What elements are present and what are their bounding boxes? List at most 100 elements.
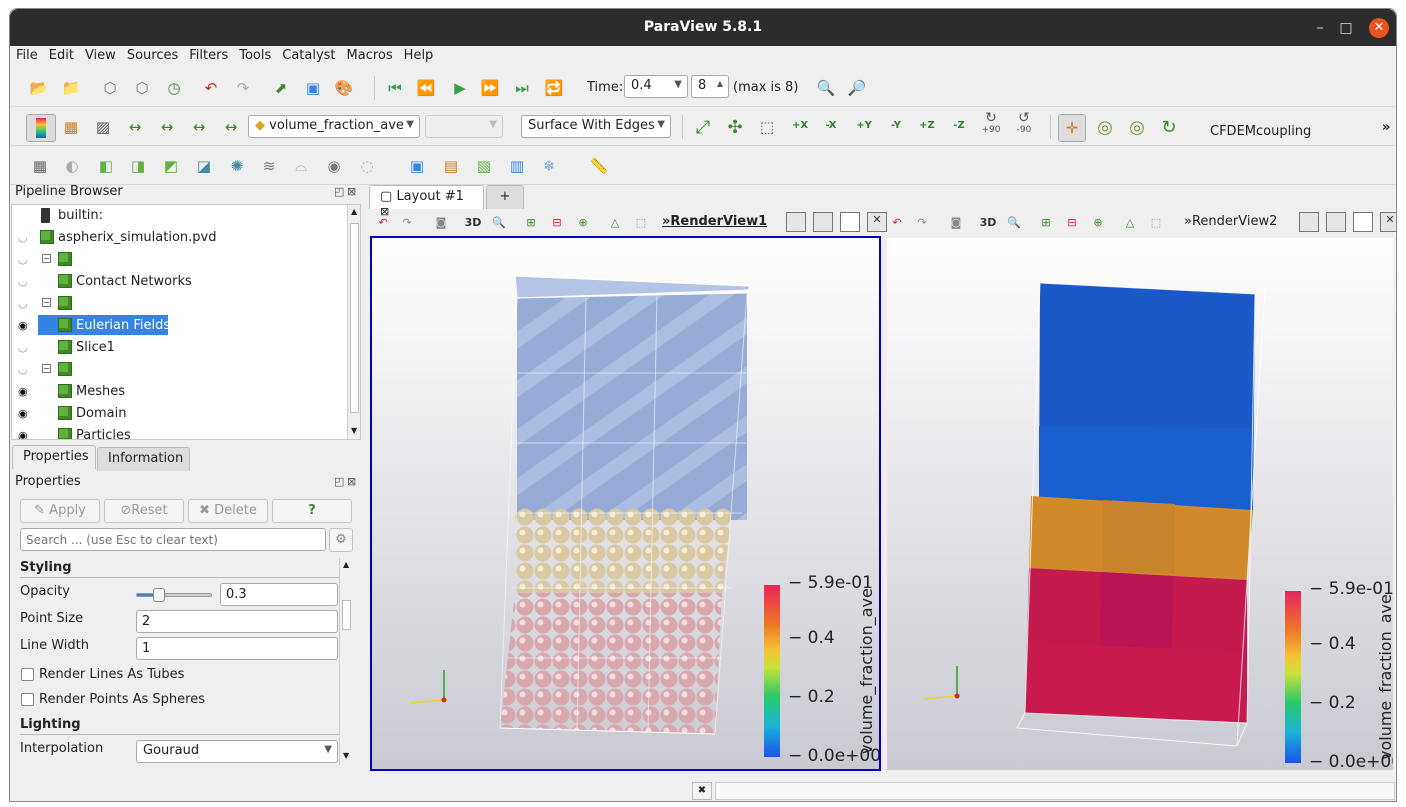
render-points-as-spheres-checkbox[interactable] — [21, 693, 34, 706]
pipeline-item-builtin[interactable]: builtin: — [12, 205, 347, 227]
first-frame-icon[interactable]: ⏮ — [384, 77, 406, 99]
select-block-icon[interactable]: ⬚ — [1146, 212, 1166, 232]
view-plus-z-button[interactable]: +Z — [916, 114, 938, 136]
select-cells-on-icon[interactable]: ⊞ — [1036, 212, 1056, 232]
eye-on-icon[interactable]: ◉ — [18, 407, 32, 420]
menu-catalyst[interactable]: Catalyst — [276, 46, 340, 63]
collapse-icon[interactable]: − — [42, 298, 51, 307]
close-button[interactable]: ✕ — [1369, 18, 1389, 38]
collapse-icon[interactable]: − — [42, 254, 51, 263]
pipeline-item-slice1[interactable]: ◡ Slice1 — [12, 337, 347, 359]
reset-range-icon[interactable]: ▨ — [92, 116, 114, 138]
split-horizontal-icon[interactable] — [1299, 212, 1319, 232]
opacity-input[interactable]: 0.3 — [220, 583, 338, 606]
rotate-minus90-button[interactable]: ↺ -90 — [1013, 111, 1035, 135]
slice-icon[interactable]: ◨ — [127, 155, 149, 177]
stream-tracer-icon[interactable]: ≋ — [258, 155, 280, 177]
open-file-icon[interactable]: 📂 — [28, 77, 50, 99]
minimize-button[interactable]: – — [1310, 18, 1330, 38]
properties-search-input[interactable] — [20, 528, 326, 551]
maximize-view-icon[interactable] — [1353, 212, 1373, 232]
menu-macros[interactable]: Macros — [341, 46, 398, 63]
extract-subset-icon[interactable]: ◪ — [193, 155, 215, 177]
reset-camera-icon[interactable]: ⤢ — [692, 116, 714, 138]
rotate-plus90-button[interactable]: ↻ +90 — [980, 111, 1002, 135]
render-view-1[interactable]: − 5.9e-01 − 0.4 − 0.2 − 0.0e+00 volume_f… — [370, 236, 881, 771]
play-icon[interactable]: ▶ — [449, 77, 471, 99]
time-value-combo[interactable]: 0.4 ▼ — [624, 75, 688, 98]
group-datasets-icon[interactable]: ◉ — [323, 155, 345, 177]
pipeline-item-group3[interactable]: ◡ − — [12, 359, 347, 381]
toolbar-overflow-button[interactable]: » — [1382, 120, 1390, 135]
apply-button[interactable]: ✎ Apply — [20, 499, 100, 523]
time-step-spinbox[interactable]: 8 ▲ — [691, 75, 729, 98]
ruler-icon[interactable]: 📏 — [588, 155, 610, 177]
select-cells-on-icon[interactable]: ⊞ — [521, 212, 541, 232]
extract-selection-icon[interactable]: ▣ — [406, 155, 428, 177]
pipeline-item-contact-networks[interactable]: ◡ Contact Networks — [12, 271, 347, 293]
maximize-button[interactable]: □ — [1336, 18, 1356, 38]
eye-on-icon[interactable]: ◉ — [18, 429, 32, 439]
glyph-icon[interactable]: ✺ — [226, 155, 248, 177]
rescale-temporal-icon[interactable]: ↔ — [188, 116, 210, 138]
auto-apply-icon[interactable]: ◷ — [163, 77, 185, 99]
disconnect-icon[interactable]: ⬡ — [131, 77, 153, 99]
calculator-icon[interactable]: ▦ — [29, 155, 51, 177]
edit-color-map-icon[interactable]: ▦ — [60, 116, 82, 138]
menu-edit[interactable]: Edit — [43, 46, 79, 63]
maximize-view-icon[interactable] — [840, 212, 860, 232]
scroll-up-icon[interactable]: ▲ — [343, 560, 349, 569]
menu-sources[interactable]: Sources — [121, 46, 183, 63]
menu-file[interactable]: File — [10, 46, 43, 63]
view-plus-y-button[interactable]: +Y — [853, 114, 875, 136]
clip-icon[interactable]: ◧ — [95, 155, 117, 177]
menu-view[interactable]: View — [79, 46, 121, 63]
scroll-thumb[interactable] — [350, 223, 359, 413]
pipeline-item-group1[interactable]: ◡ − — [12, 249, 347, 271]
connect-icon[interactable]: ⬡ — [99, 77, 121, 99]
advanced-gear-icon[interactable]: ⚙ — [329, 528, 353, 552]
previous-frame-icon[interactable]: ⏪ — [415, 77, 437, 99]
eye-off-icon[interactable]: ◡ — [18, 297, 32, 310]
next-frame-icon[interactable]: ⏩ — [479, 77, 501, 99]
view-minus-z-button[interactable]: -Z — [948, 114, 970, 136]
reset-button[interactable]: ⊘Reset — [104, 499, 184, 523]
scroll-down-icon[interactable]: ▼ — [343, 751, 349, 760]
redo-camera-icon[interactable]: ↷ — [912, 212, 932, 232]
point-size-input[interactable]: 2 — [136, 610, 338, 633]
pipeline-item-eulerian-fields[interactable]: ◉ Eulerian Fields — [12, 315, 347, 337]
line-width-input[interactable]: 1 — [136, 637, 338, 660]
select-block-icon[interactable]: ⬚ — [631, 212, 651, 232]
color-palette-icon[interactable]: 🎨 — [333, 77, 355, 99]
eye-on-icon[interactable]: ◉ — [18, 319, 32, 332]
tab-information[interactable]: Information — [97, 447, 190, 471]
representation-combo[interactable]: Surface With Edges ▼ — [521, 115, 671, 138]
eye-off-icon[interactable]: ◡ — [18, 363, 32, 376]
add-layout-tab-button[interactable]: + — [486, 185, 524, 209]
progress-abort-icon[interactable]: ✖ — [692, 782, 712, 800]
reset-center-icon[interactable]: ◎ — [1094, 116, 1116, 138]
zoom-to-box-icon[interactable]: 🔍 — [1004, 212, 1024, 232]
select-cells-through-icon[interactable]: ⊕ — [1088, 212, 1108, 232]
contour-icon[interactable]: ◐ — [61, 155, 83, 177]
panel-close-icon[interactable]: ⊠ — [347, 185, 356, 198]
find-data-add-icon[interactable]: 🔎 — [846, 77, 868, 99]
extract-level-icon[interactable]: ◌ — [356, 155, 378, 177]
save-data-icon[interactable]: 📁 — [60, 77, 82, 99]
pipeline-item-domain[interactable]: ◉ Domain — [12, 403, 347, 425]
redo-camera-icon[interactable]: ↷ — [397, 212, 417, 232]
pipeline-item-meshes[interactable]: ◉ Meshes — [12, 381, 347, 403]
split-horizontal-icon[interactable] — [786, 212, 806, 232]
tab-layout-1[interactable]: ▢ Layout #1 ⊠ — [369, 185, 484, 218]
split-vertical-icon[interactable] — [1326, 212, 1346, 232]
view-minus-y-button[interactable]: -Y — [885, 114, 907, 136]
menu-help[interactable]: Help — [398, 46, 439, 63]
pick-center-icon[interactable]: ◎ — [1126, 116, 1148, 138]
panel-float-icon[interactable]: ◰ — [334, 185, 344, 198]
eye-off-icon[interactable]: ◡ — [18, 253, 32, 266]
rescale-custom-icon[interactable]: ↔ — [124, 116, 146, 138]
zoom-to-data-icon[interactable]: ✣ — [724, 116, 746, 138]
menu-filters[interactable]: Filters — [183, 46, 233, 63]
pipeline-item-group2[interactable]: ◡ − — [12, 293, 347, 315]
tab-properties[interactable]: Properties — [12, 445, 96, 469]
